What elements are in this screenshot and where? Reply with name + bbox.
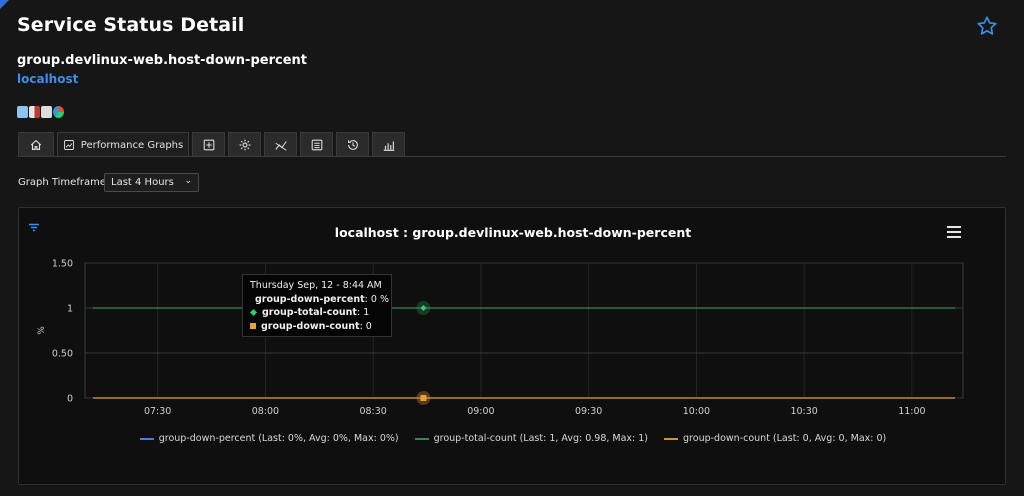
tab-performance-graphs-label: Performance Graphs — [80, 139, 184, 151]
plus-square-icon — [203, 139, 214, 151]
timeframe-label: Graph Timeframe: — [18, 177, 110, 188]
home-icon — [30, 139, 42, 150]
gear-icon — [239, 139, 250, 151]
square-marker-icon — [250, 323, 256, 330]
tooltip-row: group-down-percent: 0 % — [250, 293, 389, 307]
document-icon[interactable] — [41, 106, 52, 118]
tab-settings[interactable] — [228, 132, 261, 157]
chart-tooltip: Thursday Sep, 12 - 8:44 AM group-down-pe… — [242, 274, 392, 337]
tooltip-series-value: 0 — [365, 320, 372, 332]
corner-marker — [0, 0, 9, 9]
tab-log[interactable] — [300, 132, 333, 157]
tab-add[interactable] — [192, 132, 225, 157]
legend-label: group-total-count (Last: 1, Avg: 0.98, M… — [433, 433, 649, 444]
diamond-marker-icon — [250, 309, 257, 317]
y-tick-label: 0 — [67, 394, 73, 405]
legend-item-down-count[interactable]: group-down-count (Last: 0, Avg: 0, Max: … — [664, 433, 886, 444]
legend-item-total-count[interactable]: group-total-count (Last: 1, Avg: 0.98, M… — [414, 433, 649, 444]
timeframe-select[interactable]: Last 4 Hours ⌄ — [104, 173, 199, 192]
host-link[interactable]: localhost — [17, 72, 78, 86]
tooltip-series-name: group-total-count — [262, 307, 357, 318]
service-name: group.devlinux-web.host-down-percent — [17, 53, 307, 68]
x-tick-label: 11:00 — [898, 406, 925, 417]
tooltip-row: group-total-count: 1 — [250, 306, 384, 320]
tooltip-row: group-down-count: 0 — [250, 320, 384, 334]
tab-trends[interactable] — [264, 132, 297, 157]
notes-icon[interactable] — [17, 106, 28, 118]
x-tick-label: 08:00 — [252, 406, 279, 417]
legend-label: group-down-percent (Last: 0%, Avg: 0%, M… — [158, 433, 399, 444]
tooltip-series-value: 1 — [363, 307, 370, 318]
tab-performance-graphs[interactable]: Performance Graphs — [57, 132, 189, 157]
tooltip-series-value: 0 % — [370, 293, 389, 305]
trend-icon — [274, 141, 287, 151]
y-tick-label: 1.50 — [52, 259, 73, 270]
tooltip-series-name: group-down-count — [261, 320, 360, 332]
graph-panel: localhost : group.devlinux-web.host-down… — [18, 207, 1006, 485]
chart-legend: group-down-percent (Last: 0%, Avg: 0%, M… — [19, 433, 1007, 444]
chevron-down-icon: ⌄ — [184, 176, 192, 186]
book-icon[interactable] — [29, 106, 40, 118]
y-axis-label: % — [37, 326, 47, 335]
list-icon — [311, 139, 322, 151]
tab-histogram[interactable] — [372, 132, 405, 157]
x-tick-label: 10:00 — [683, 406, 710, 417]
page-title: Service Status Detail — [17, 14, 245, 36]
favorite-star-icon[interactable] — [976, 15, 998, 37]
line-chart-icon — [63, 140, 74, 150]
pie-chart-icon[interactable] — [53, 106, 64, 118]
tab-divider — [18, 156, 1006, 157]
x-tick-label: 07:30 — [144, 406, 171, 417]
timeframe-selected-value: Last 4 Hours — [111, 177, 174, 188]
x-tick-label: 10:30 — [790, 406, 817, 417]
y-tick-label: 0.50 — [52, 349, 73, 360]
action-icons — [17, 106, 64, 118]
x-tick-label: 09:30 — [575, 406, 602, 417]
tab-history[interactable] — [336, 132, 369, 157]
x-tick-label: 08:30 — [359, 406, 386, 417]
legend-item-down-percent[interactable]: group-down-percent (Last: 0%, Avg: 0%, M… — [139, 433, 399, 444]
histogram-icon — [383, 141, 394, 151]
chart-svg: 07:30 08:00 08:30 09:00 09:30 10:00 10:30 11:00… — [37, 259, 964, 417]
x-tick-label: 09:00 — [467, 406, 494, 417]
y-tick-label: 1 — [67, 304, 73, 315]
tooltip-header: Thursday Sep, 12 - 8:44 AM — [250, 280, 382, 291]
tooltip-series-name: group-down-percent — [255, 293, 365, 305]
tab-home[interactable] — [18, 132, 54, 157]
hover-marker-down-count — [420, 395, 427, 401]
legend-label: group-down-count (Last: 0, Avg: 0, Max: … — [683, 433, 887, 444]
plot-frame — [84, 262, 964, 399]
history-icon — [347, 140, 358, 150]
tab-bar: Performance Graphs — [18, 132, 405, 157]
